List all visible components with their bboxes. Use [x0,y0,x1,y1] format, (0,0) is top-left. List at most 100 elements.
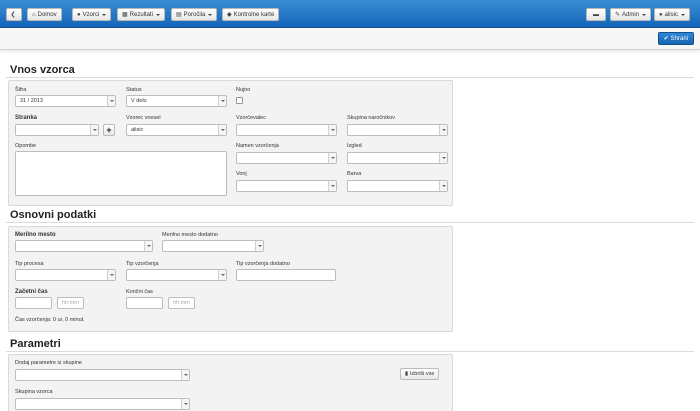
drop-icon: ● [77,11,81,18]
tip-vzorcenja-dodatno-input[interactable] [236,269,336,281]
namen-select[interactable] [236,152,337,164]
merilno-mesto-dodatno-label: Merilno mesto dodatno [162,232,218,238]
stranka-select[interactable] [15,124,99,136]
chevron-down-icon [642,13,647,16]
merilno-mesto-dodatno-select[interactable] [162,240,264,252]
chevron-down-icon [328,125,336,135]
check-icon: ✔ [663,36,669,42]
comment-icon: ▬ [593,11,599,18]
zacetni-cas-input[interactable]: hh:mm [57,297,84,309]
zacetni-datum-input[interactable] [15,297,52,309]
chevron-down-icon [181,370,189,380]
admin-label: Admin [622,11,640,18]
chevron-down-icon [680,13,685,16]
porocila-label: Poročila [183,11,206,18]
divider [6,351,694,352]
rezultati-menu[interactable]: ▦ Rezultati [117,8,166,21]
barva-select[interactable] [347,180,448,192]
chevron-left-icon: ❮ [10,12,16,18]
dodaj-parametre-select[interactable] [15,369,190,381]
status-select[interactable]: V delu [126,95,227,107]
zacetni-cas-label: Začetni čas [15,289,48,295]
merilno-mesto-label: Merilno mesto [15,232,56,238]
tip-vzorcenja-dodatno-label: Tip vzorčenja dodatno [236,261,290,267]
koncni-datum-input[interactable] [126,297,163,309]
parametri-title: Parametri [10,338,61,350]
osnovni-title: Osnovni podatki [10,209,97,221]
nujno-label: Nujno [236,87,251,93]
merilno-mesto-select[interactable] [15,240,153,252]
status-label: Status [126,87,142,93]
chevron-down-icon [218,96,226,106]
chevron-down-icon [107,270,115,280]
chevron-down-icon [328,181,336,191]
user-menu[interactable]: ● alisic [654,8,690,21]
admin-menu[interactable]: ✎ Admin [610,8,652,21]
chevron-down-icon [90,125,98,135]
koncni-cas-label: Končni čas [126,289,153,295]
tip-vzorcenja-select[interactable] [126,269,227,281]
chevron-down-icon [439,125,447,135]
vnesel-value: alisic [131,127,144,133]
vzorci-menu[interactable]: ● Vzorci [72,8,112,21]
sifra-label: Šifra [15,87,27,93]
vnesel-select[interactable]: alisic [126,124,227,136]
top-navbar: ❮ ⌂ Domov ● Vzorci ▦ Rezultati ▤ Poročil… [0,0,700,28]
action-bar: ✔ Shrani [0,28,700,50]
home-label: Domov [37,11,57,18]
vzorci-label: Vzorci [82,11,100,18]
namen-label: Namen vzorčenja [236,143,279,149]
chevron-down-icon [144,241,152,251]
document-icon: ▤ [176,12,182,18]
vonj-label: Vonj [236,171,247,177]
vnos-title: Vnos vzorca [10,64,75,76]
vzorcevalec-select[interactable] [236,124,337,136]
chevron-down-icon [255,241,263,251]
porocila-menu[interactable]: ▤ Poročila [171,8,218,21]
kontrolne-karte-button[interactable]: ◆ Kontrolne karte [222,8,280,21]
user-label: alisic [664,11,678,18]
tip-procesa-label: Tip procesa [15,261,44,267]
status-value: V delu [131,98,147,104]
opombe-textarea[interactable] [15,151,227,196]
add-stranka-button[interactable]: + [103,124,115,136]
user-icon: ● [659,11,663,18]
back-button[interactable]: ❮ [6,8,22,21]
chevron-down-icon [181,399,189,409]
chevron-down-icon [218,270,226,280]
sifra-select[interactable]: 31 / 2013 [15,95,116,107]
sifra-value: 31 / 2013 [20,98,43,104]
chevron-down-icon [156,13,161,16]
chevron-down-icon [328,153,336,163]
chevron-down-icon [439,181,447,191]
save-button[interactable]: ✔ Shrani [657,32,694,45]
vonj-select[interactable] [236,180,337,192]
comment-button[interactable]: ▬ [586,8,606,21]
chevron-down-icon [102,13,107,16]
skupina-vzorca-label: Skupina vzorca [15,389,53,395]
izgled-select[interactable] [347,152,448,164]
home-icon: ⌂ [32,11,36,18]
rezultati-label: Rezultati [129,11,154,18]
save-label: Shrani [670,35,688,42]
tip-vzorcenja-label: Tip vzorčenja [126,261,159,267]
skupina-vzorca-select[interactable] [15,398,190,410]
koncni-cas-input[interactable]: hh:mm [168,297,195,309]
stranka-label: Stranka [15,115,38,121]
chevron-down-icon [439,153,447,163]
home-button[interactable]: ⌂ Domov [27,8,62,21]
vzorcevalec-label: Vzorčevalec [236,115,266,121]
chevron-down-icon [208,13,213,16]
izbrisi-vse-label: Izbriši vse [410,371,435,377]
nujno-checkbox[interactable] [236,97,243,104]
kontrolne-label: Kontrolne karte [233,11,275,18]
izgled-label: Izgled [347,143,362,149]
tip-procesa-select[interactable] [15,269,116,281]
tag-icon: ◆ [227,12,232,18]
cas-vzorcenja-text: Čas vzorčenja: 0 ur, 0 minut. [15,317,85,323]
trash-icon: ▮ [405,371,409,377]
izbrisi-vse-button[interactable]: ▮ Izbriši vse [400,368,440,380]
skupina-narocnikov-select[interactable] [347,124,448,136]
chevron-down-icon [218,125,226,135]
vnesel-label: Vzorec vnesel [126,115,161,121]
